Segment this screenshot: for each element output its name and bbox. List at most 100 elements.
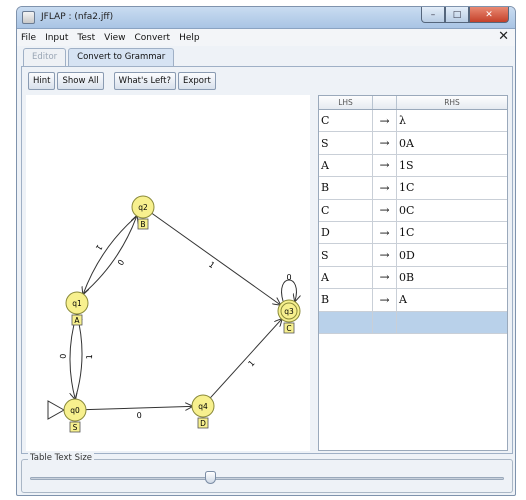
lhs-cell[interactable]: A: [319, 266, 373, 289]
tab-editor[interactable]: Editor: [23, 48, 67, 66]
automaton-diagram: 0 1 0 1 0 1 1 0 q0 Sq1 Aq2 Bq3 Cq4 D: [47, 195, 310, 433]
lhs-header[interactable]: LHS: [319, 96, 373, 109]
transition-arrow: [69, 313, 77, 399]
menu-help[interactable]: Help: [179, 33, 200, 43]
grammar-row[interactable]: S → 0A: [319, 132, 507, 155]
rhs-cell[interactable]: A: [397, 289, 507, 310]
table-text-size-track[interactable]: [30, 477, 504, 480]
grammar-row[interactable]: D → 1C: [319, 221, 507, 245]
transition-label: 0: [58, 354, 67, 359]
transition-arrow: [82, 216, 137, 295]
lhs-cell[interactable]: A: [319, 154, 373, 177]
hint-button[interactable]: Hint: [28, 72, 56, 90]
window-controls: – □ ✕: [421, 7, 509, 24]
rhs-cell[interactable]: 0B: [397, 267, 507, 288]
automaton-canvas[interactable]: 0 1 0 1 0 1 1 0 q0 Sq1 Aq2 Bq3 Cq4 D: [26, 95, 310, 451]
arrow-cell: →: [373, 110, 397, 132]
menu-view[interactable]: View: [104, 33, 125, 43]
state-tag: B: [140, 220, 145, 229]
lhs-cell[interactable]: [319, 311, 373, 333]
table-header: LHS RHS: [319, 96, 507, 110]
grammar-row[interactable]: A → 1S: [319, 154, 507, 178]
state-q3[interactable]: q3 C: [277, 299, 301, 334]
menu-file[interactable]: File: [21, 33, 36, 43]
show-all-button[interactable]: Show All: [57, 72, 104, 90]
app-icon: [22, 11, 35, 24]
tab-strip: Editor Convert to Grammar: [23, 48, 176, 66]
arrow-cell: →: [373, 132, 397, 154]
arrow-cell: →: [373, 244, 397, 266]
lhs-cell[interactable]: S: [319, 244, 373, 266]
export-button[interactable]: Export: [177, 72, 216, 90]
state-label: q0: [70, 406, 80, 415]
close-file-icon[interactable]: ✕: [498, 29, 509, 44]
arrow-cell: [373, 311, 397, 333]
initial-state-icon: [47, 400, 66, 420]
grammar-row[interactable]: A → 0B: [319, 266, 507, 290]
transition-label: 0: [116, 258, 126, 267]
grammar-row[interactable]: C → 0C: [319, 199, 507, 222]
tab-convert-to-grammar[interactable]: Convert to Grammar: [68, 48, 175, 66]
window-title: JFLAP : (nfa2.jff): [41, 12, 114, 22]
grammar-row[interactable]: B → 1C: [319, 177, 507, 200]
state-q4[interactable]: q4 D: [191, 394, 215, 429]
rhs-cell[interactable]: 0C: [397, 200, 507, 221]
transition-label: 0: [286, 273, 291, 282]
lhs-cell[interactable]: C: [319, 199, 373, 221]
rhs-cell[interactable]: 1S: [397, 155, 507, 176]
close-button[interactable]: ✕: [469, 7, 509, 23]
arrow-cell: →: [373, 154, 397, 177]
transition-arrow: [151, 212, 280, 304]
transition-arrow: [210, 319, 281, 399]
arrow-cell: →: [373, 199, 397, 221]
state-tag: S: [73, 423, 78, 432]
state-q1[interactable]: q1 A: [65, 291, 89, 326]
state-label: q3: [284, 307, 294, 316]
toolbar: Hint Show All What's Left? Export: [28, 70, 218, 92]
menu-test[interactable]: Test: [77, 33, 95, 43]
state-q2[interactable]: q2 B: [131, 195, 155, 230]
transition-label: 1: [94, 243, 104, 252]
grammar-row[interactable]: [319, 311, 507, 334]
grammar-row[interactable]: S → 0D: [319, 244, 507, 267]
transition-label: 1: [247, 359, 257, 369]
grammar-table: LHS RHS C → λ S → 0A A → 1S B → 1C C → 0C D → 1C S → 0D A → 0B B…: [318, 95, 508, 451]
lhs-cell[interactable]: S: [319, 132, 373, 154]
rhs-cell[interactable]: 1C: [397, 222, 507, 243]
rhs-cell[interactable]: [397, 312, 507, 333]
maximize-button[interactable]: □: [445, 7, 469, 23]
convert-panel: Hint Show All What's Left? Export 0 1 0 1 0 1…: [21, 66, 513, 454]
state-label: q1: [72, 299, 82, 308]
state-tag: D: [200, 419, 206, 428]
state-tag: C: [286, 324, 291, 333]
rhs-cell[interactable]: 1C: [397, 177, 507, 198]
table-text-size-label: Table Text Size: [28, 453, 95, 463]
arrow-header[interactable]: [373, 96, 397, 109]
arrow-cell: →: [373, 177, 397, 199]
minimize-button[interactable]: –: [421, 7, 445, 23]
transition-label: 0: [137, 411, 142, 420]
menu-convert[interactable]: Convert: [134, 33, 170, 43]
rhs-cell[interactable]: 0D: [397, 244, 507, 265]
title-bar: JFLAP : (nfa2.jff) – □ ✕: [17, 7, 515, 29]
transition-label: 1: [85, 354, 94, 359]
transition-arrow: [85, 406, 192, 409]
arrow-cell: →: [373, 289, 397, 311]
state-tag: A: [74, 316, 80, 325]
state-label: q2: [138, 203, 148, 212]
grammar-row[interactable]: B → A: [319, 289, 507, 312]
lhs-cell[interactable]: B: [319, 177, 373, 199]
lhs-cell[interactable]: D: [319, 221, 373, 244]
app-window: JFLAP : (nfa2.jff) – □ ✕ File Input Test…: [16, 6, 516, 496]
lhs-cell[interactable]: B: [319, 289, 373, 311]
rhs-cell[interactable]: λ: [397, 110, 507, 131]
grammar-row[interactable]: C → λ: [319, 110, 507, 133]
lhs-cell[interactable]: C: [319, 110, 373, 132]
rhs-header[interactable]: RHS: [397, 96, 507, 109]
rhs-cell[interactable]: 0A: [397, 132, 507, 153]
whats-left-button[interactable]: What's Left?: [113, 72, 176, 90]
table-text-size-thumb[interactable]: [205, 471, 217, 484]
state-q0[interactable]: q0 S: [47, 398, 87, 433]
transition-arrow: [75, 314, 83, 400]
menu-input[interactable]: Input: [45, 33, 68, 43]
